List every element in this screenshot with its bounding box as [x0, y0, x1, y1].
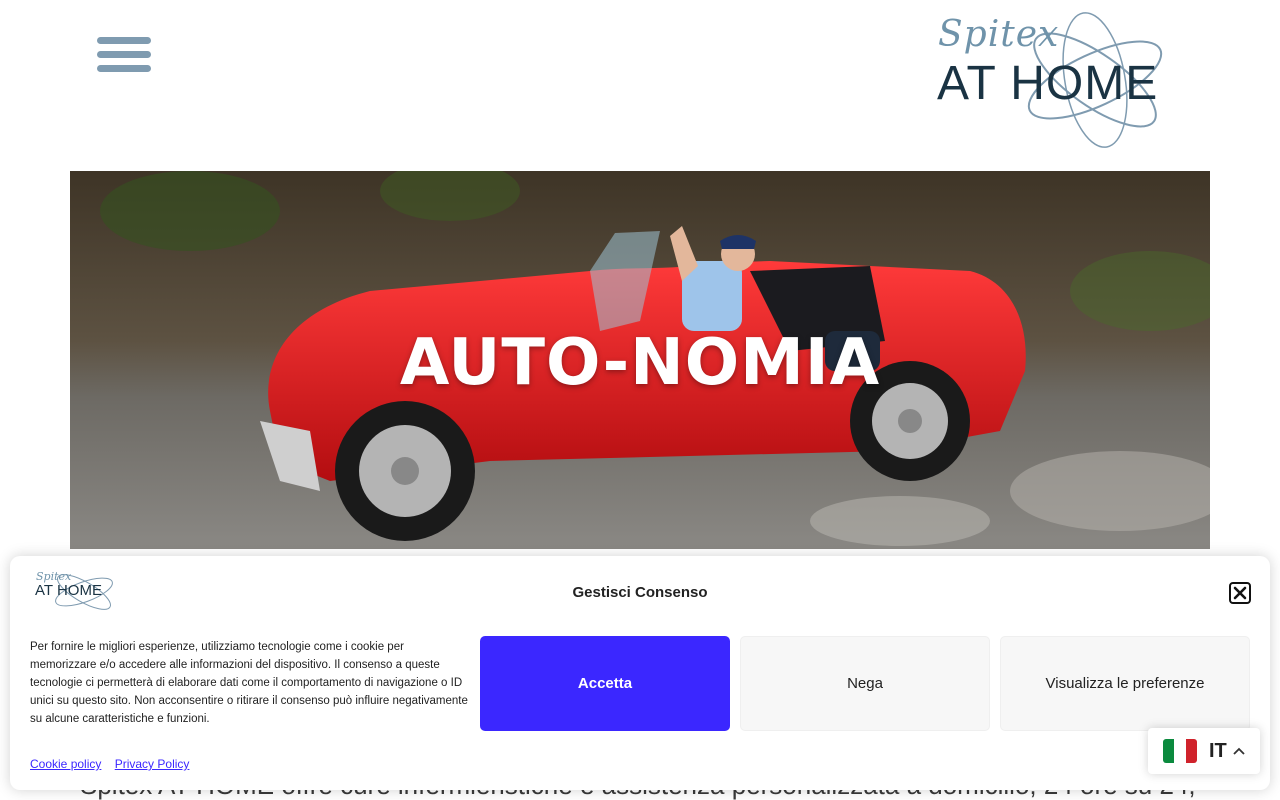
- cookie-links: Cookie policy Privacy Policy: [30, 757, 199, 771]
- accept-button[interactable]: Accetta: [480, 636, 730, 731]
- hero-banner: AUTO-NOMIA: [70, 171, 1210, 549]
- deny-button[interactable]: Nega: [740, 636, 990, 731]
- site-logo[interactable]: Spitex AT HOME: [930, 10, 1175, 150]
- cookie-policy-link[interactable]: Cookie policy: [30, 757, 101, 771]
- italian-flag-icon: [1163, 739, 1197, 763]
- language-switcher[interactable]: IT: [1148, 728, 1260, 774]
- cookie-consent-banner: Spitex AT HOME Gestisci Consenso Per for…: [10, 556, 1270, 790]
- language-code: IT: [1209, 739, 1227, 762]
- privacy-policy-link[interactable]: Privacy Policy: [115, 757, 190, 771]
- hero-title: AUTO-NOMIA: [399, 326, 881, 400]
- hamburger-menu-icon[interactable]: [97, 37, 151, 75]
- cookie-banner-text: Per fornire le migliori esperienze, util…: [30, 641, 468, 725]
- logo-main-text: AT HOME: [937, 57, 1159, 110]
- view-preferences-button[interactable]: Visualizza le preferenze: [1000, 636, 1250, 731]
- chevron-up-icon: [1233, 747, 1245, 755]
- logo-script-text: Spitex: [938, 14, 1060, 55]
- cookie-banner-title: Gestisci Consenso: [572, 584, 708, 601]
- close-icon: [1233, 586, 1247, 600]
- close-button[interactable]: [1229, 582, 1251, 604]
